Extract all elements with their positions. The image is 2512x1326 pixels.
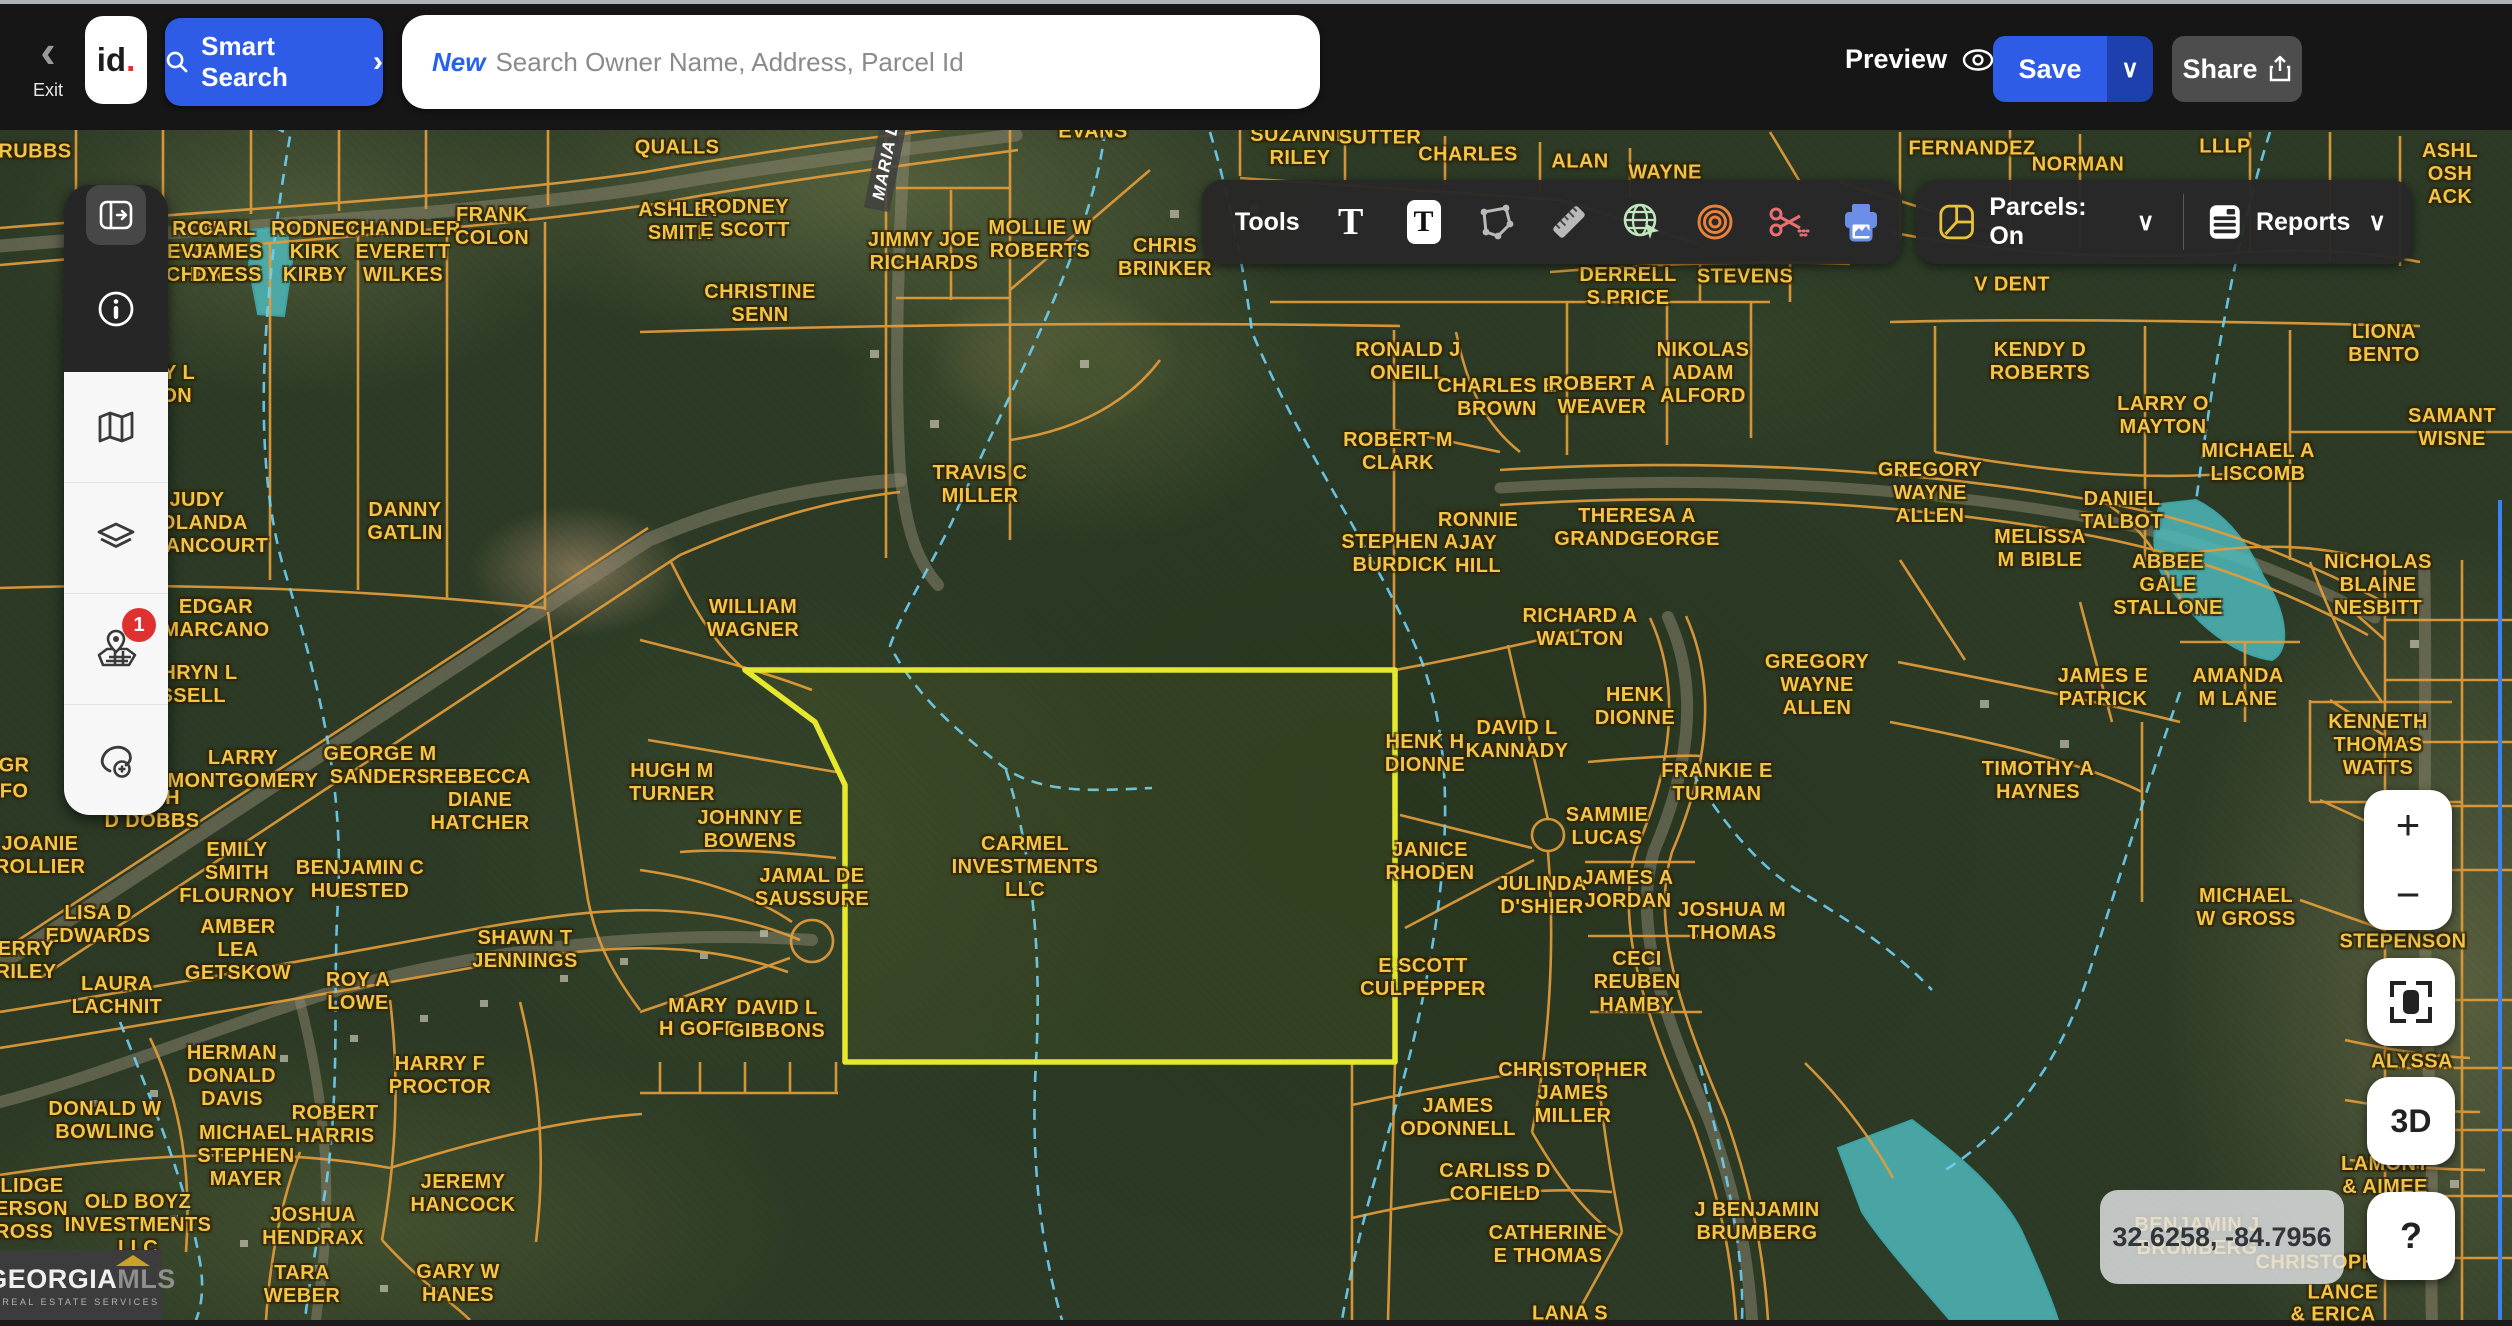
parcels-icon <box>1938 202 1975 242</box>
notification-badge: 1 <box>122 608 156 642</box>
search-placeholder: Search Owner Name, Address, Parcel Id <box>495 47 963 78</box>
search-input[interactable]: New Search Owner Name, Address, Parcel I… <box>402 15 1320 109</box>
text-tool-button[interactable]: T <box>1329 196 1373 248</box>
layers-icon <box>96 521 136 555</box>
layers-toolbar: Parcels: On ∨ Reports ∨ <box>1916 180 2412 264</box>
zoom-out-button[interactable]: − <box>2364 860 2452 930</box>
georgia-mls-watermark: GEORGIAMLS REAL ESTATE SERVICES <box>0 1250 162 1320</box>
parcels-toggle[interactable]: Parcels: On <box>1989 193 2119 251</box>
preview-label: Preview <box>1845 44 1947 75</box>
tools-toolbar: Tools T T <box>1202 180 1902 264</box>
window-edge <box>0 0 2512 4</box>
3d-view-button[interactable]: 3D <box>2367 1077 2455 1165</box>
layers-button[interactable] <box>64 482 168 593</box>
info-icon <box>97 290 135 328</box>
ruler-icon <box>1548 201 1590 243</box>
smart-search-label: Smart Search <box>201 31 357 93</box>
left-sidebar: 1 <box>64 185 168 815</box>
search-icon <box>165 49 189 75</box>
lasso-add-icon <box>96 741 136 779</box>
buffer-tool-button[interactable] <box>1693 196 1737 248</box>
exit-label: Exit <box>16 80 80 101</box>
focus-icon <box>2390 981 2432 1023</box>
measure-tool-button[interactable] <box>1547 196 1591 248</box>
parcel-pin-button[interactable]: 1 <box>64 593 168 704</box>
scissors-icon <box>1766 202 1810 242</box>
label-tool-icon: T <box>1407 200 1441 244</box>
identify-tool-button[interactable] <box>1620 196 1664 248</box>
lasso-add-button[interactable] <box>64 704 168 815</box>
back-chevron-icon: ‹ <box>16 28 80 74</box>
selected-parcel-outline[interactable] <box>745 670 1395 1062</box>
tools-label: Tools <box>1235 208 1300 237</box>
share-icon <box>2268 55 2292 83</box>
print-tool-button[interactable] <box>1839 196 1883 248</box>
zoom-control: + − <box>2364 790 2452 930</box>
save-dropdown-button[interactable]: ∨ <box>2107 36 2153 102</box>
share-label: Share <box>2182 54 2257 85</box>
reports-icon <box>2208 202 2242 242</box>
reports-chevron-icon[interactable]: ∨ <box>2368 208 2386 237</box>
eye-icon <box>1961 48 1995 72</box>
reports-menu[interactable]: Reports <box>2256 208 2350 237</box>
rings-icon <box>1694 201 1736 243</box>
roof-icon <box>116 1255 150 1266</box>
chevron-down-icon: ∨ <box>2121 55 2139 84</box>
print-icon <box>1840 201 1882 243</box>
polygon-icon <box>1476 202 1516 242</box>
panel-toggle-button[interactable] <box>86 185 146 245</box>
top-bar: ‹ Exit id. Smart Search › New Search Own… <box>0 4 2512 130</box>
basemap-button[interactable] <box>64 372 168 482</box>
zoom-in-button[interactable]: + <box>2364 790 2452 860</box>
text-tool-icon: T <box>1338 200 1363 244</box>
cut-tool-button[interactable] <box>1766 196 1810 248</box>
info-button[interactable] <box>97 245 135 372</box>
polygon-tool-button[interactable] <box>1474 196 1518 248</box>
smart-search-button[interactable]: Smart Search › <box>165 18 383 106</box>
share-button[interactable]: Share <box>2172 36 2302 102</box>
help-button[interactable]: ? <box>2367 1192 2455 1280</box>
map-icon <box>97 411 135 443</box>
parcels-chevron-icon[interactable]: ∨ <box>2137 208 2155 237</box>
coordinates-readout: 32.6258, -84.7956 <box>2100 1190 2344 1284</box>
recenter-button[interactable] <box>2367 958 2455 1046</box>
chevron-right-icon: › <box>373 45 383 79</box>
panel-toggle-icon <box>99 200 133 230</box>
search-new-badge: New <box>432 47 485 78</box>
label-tool-button[interactable]: T <box>1402 196 1446 248</box>
save-button[interactable]: Save <box>1993 36 2107 102</box>
exit-button[interactable]: ‹ Exit <box>16 28 80 112</box>
app-logo: id. <box>85 16 147 104</box>
globe-select-icon <box>1621 201 1663 243</box>
preview-button[interactable]: Preview <box>1845 44 1995 75</box>
toolbar-divider <box>2183 194 2185 250</box>
